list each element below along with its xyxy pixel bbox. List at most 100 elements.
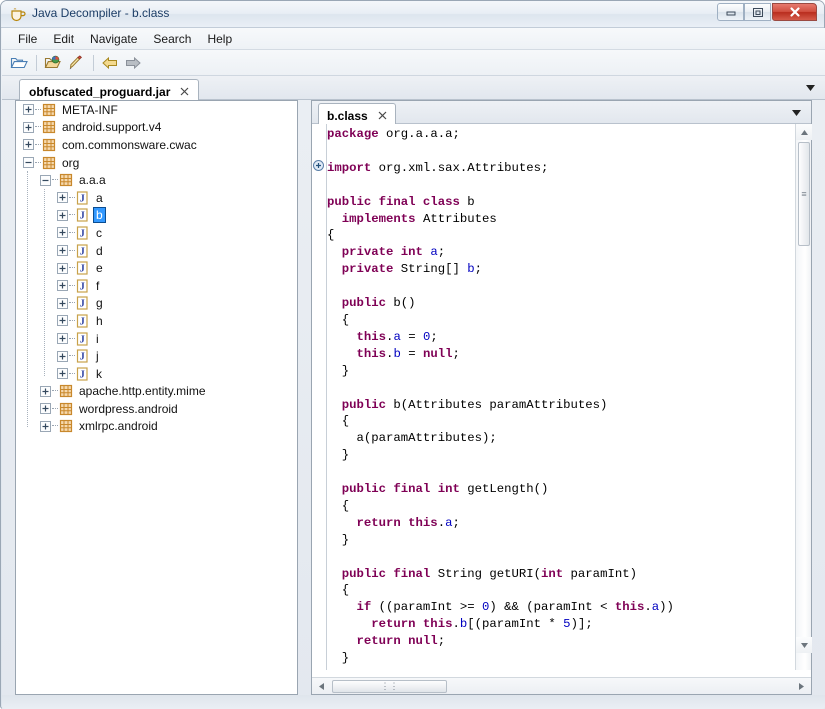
code-token: b — [393, 346, 401, 361]
code-token: public — [327, 296, 394, 311]
tree-node-k[interactable]: Jk — [16, 365, 297, 383]
scroll-down-icon[interactable] — [796, 637, 812, 653]
source-editor-panel: b.class package org.a.a.a; import org.xm… — [311, 100, 812, 695]
tree-node-e[interactable]: Je — [16, 259, 297, 277]
code-token: ; — [430, 329, 438, 344]
tree-node-wordpress-android[interactable]: wordpress.android — [16, 400, 297, 418]
code-line: return this.a; — [327, 515, 797, 532]
code-token: import — [327, 160, 379, 175]
panel-splitter[interactable] — [300, 100, 309, 695]
code-token: implements — [327, 211, 423, 226]
expand-icon[interactable] — [39, 385, 52, 398]
code-viewport[interactable]: package org.a.a.a; import org.xml.sax.At… — [312, 124, 811, 670]
tree-node-android-support-v4[interactable]: android.support.v4 — [16, 119, 297, 137]
tree-node-d[interactable]: Jd — [16, 242, 297, 260]
expand-icon[interactable] — [22, 121, 35, 134]
tree-node-c[interactable]: Jc — [16, 224, 297, 242]
search-pencil-icon[interactable] — [65, 52, 87, 74]
code-token: paramInt) — [570, 566, 637, 581]
svg-text:J: J — [80, 316, 85, 327]
expand-icon[interactable] — [39, 420, 52, 433]
package-icon — [41, 155, 56, 170]
menu-file[interactable]: File — [10, 30, 45, 48]
tree-node-meta-inf[interactable]: META-INF — [16, 101, 297, 119]
scroll-right-icon[interactable] — [793, 678, 810, 694]
open-folder-icon[interactable] — [8, 52, 30, 74]
expand-icon[interactable] — [56, 262, 69, 275]
tree-node-label: i — [96, 331, 99, 346]
code-line: public final class b — [327, 194, 797, 211]
code-token: . — [452, 617, 460, 632]
code-token: { — [327, 312, 350, 327]
expand-icon[interactable] — [56, 209, 69, 222]
menu-help[interactable]: Help — [199, 30, 240, 48]
tree-node-label: g — [96, 296, 103, 311]
restore-button[interactable] — [744, 3, 771, 21]
expand-icon[interactable] — [56, 332, 69, 345]
menu-search[interactable]: Search — [145, 30, 199, 48]
tree-node-g[interactable]: Jg — [16, 295, 297, 313]
scroll-left-icon[interactable] — [313, 678, 330, 694]
expand-icon[interactable] — [56, 244, 69, 257]
package-icon — [58, 384, 73, 399]
back-arrow-icon[interactable] — [99, 52, 121, 74]
code-token: )) — [659, 600, 674, 615]
tree-guide-line — [44, 189, 46, 376]
code-token: a — [430, 245, 438, 260]
tab-obfuscated-proguard-jar[interactable]: obfuscated_proguard.jar — [19, 79, 200, 100]
close-icon[interactable] — [179, 86, 190, 97]
expand-icon[interactable] — [56, 191, 69, 204]
expand-icon[interactable] — [56, 314, 69, 327]
tree-node-apache-http-entity-mime[interactable]: apache.http.entity.mime — [16, 383, 297, 401]
menu-edit[interactable]: Edit — [45, 30, 82, 48]
tree-node-h[interactable]: Jh — [16, 312, 297, 330]
code-line: { — [327, 498, 797, 515]
vertical-scroll-thumb[interactable]: ≡ — [798, 142, 810, 246]
tree-node-b[interactable]: Jb — [16, 207, 297, 225]
tree-node-j[interactable]: Jj — [16, 347, 297, 365]
code-token: public — [327, 397, 394, 412]
fold-expand-icon[interactable] — [313, 160, 324, 171]
expand-icon[interactable] — [56, 297, 69, 310]
code-token: { — [327, 414, 350, 429]
menu-navigate[interactable]: Navigate — [82, 30, 145, 48]
expand-icon[interactable] — [56, 226, 69, 239]
scroll-up-icon[interactable] — [796, 124, 812, 140]
code-line: this.b = null; — [327, 346, 797, 363]
forward-arrow-icon[interactable] — [122, 52, 144, 74]
tree-node-com-commonsware-cwac[interactable]: com.commonsware.cwac — [16, 136, 297, 154]
tree-node-label: android.support.v4 — [62, 120, 162, 135]
tree-node-xmlrpc-android[interactable]: xmlrpc.android — [16, 418, 297, 436]
package-icon — [41, 120, 56, 135]
tree-node-label: j — [96, 349, 99, 364]
tree-node-i[interactable]: Ji — [16, 330, 297, 348]
class-icon: J — [75, 313, 90, 328]
expand-icon[interactable] — [56, 279, 69, 292]
expand-icon[interactable] — [39, 402, 52, 415]
expand-icon[interactable] — [56, 367, 69, 380]
editor-horizontal-scrollbar[interactable]: ⋮⋮ — [312, 677, 811, 694]
open-type-icon[interactable] — [42, 52, 64, 74]
tree-node-org[interactable]: org — [16, 154, 297, 172]
expand-icon[interactable] — [56, 350, 69, 363]
class-icon: J — [75, 208, 90, 223]
chevron-down-icon[interactable] — [790, 107, 803, 119]
tree-node-f[interactable]: Jf — [16, 277, 297, 295]
tree-node-a[interactable]: Ja — [16, 189, 297, 207]
expand-icon[interactable] — [22, 138, 35, 151]
tab-b-class[interactable]: b.class — [318, 103, 396, 124]
editor-vertical-scrollbar[interactable]: ≡ — [795, 124, 812, 670]
collapse-icon[interactable] — [22, 156, 35, 169]
close-icon[interactable] — [377, 110, 388, 121]
fold-gutter[interactable] — [312, 124, 327, 670]
close-button[interactable] — [772, 3, 817, 21]
collapse-icon[interactable] — [39, 174, 52, 187]
package-tree[interactable]: META-INF android.support.v4 com.commonswar… — [16, 101, 297, 694]
minimize-button[interactable] — [717, 3, 744, 21]
horizontal-scroll-thumb[interactable]: ⋮⋮ — [332, 680, 447, 693]
expand-icon[interactable] — [22, 103, 35, 116]
application-window: Java Decompiler - b.class File Edit Navi… — [0, 0, 825, 709]
tree-node-a-a-a[interactable]: a.a.a — [16, 171, 297, 189]
chevron-down-icon[interactable] — [804, 82, 817, 94]
